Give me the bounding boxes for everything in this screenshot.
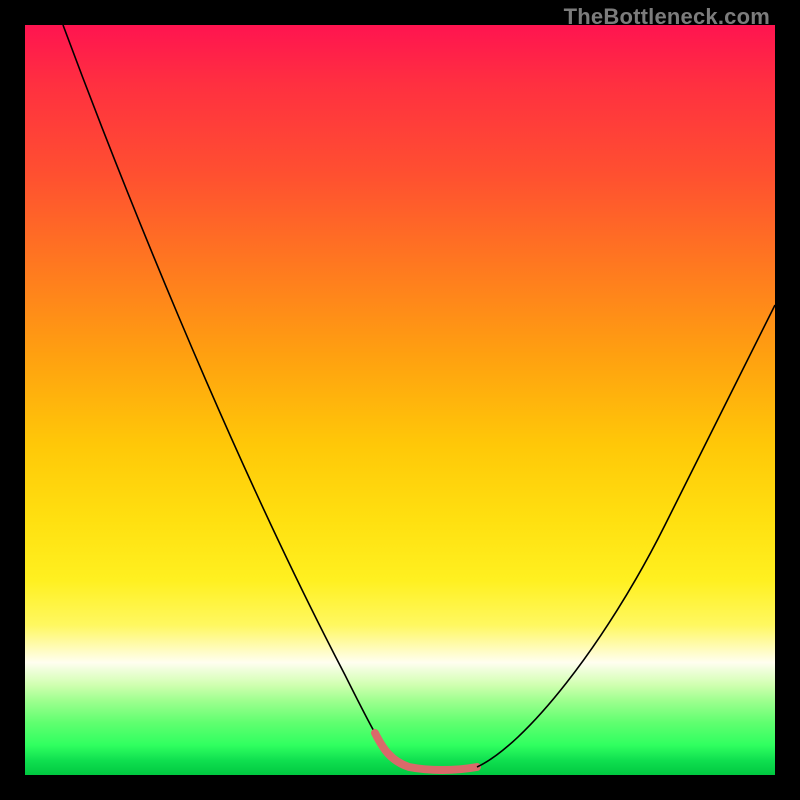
bottleneck-curve	[25, 25, 775, 775]
watermark-text: TheBottleneck.com	[564, 4, 770, 30]
curve-right-branch	[477, 305, 775, 767]
curve-highlight-segment	[375, 733, 477, 770]
curve-left-branch	[63, 25, 375, 733]
plot-area	[25, 25, 775, 775]
chart-frame: TheBottleneck.com	[0, 0, 800, 800]
